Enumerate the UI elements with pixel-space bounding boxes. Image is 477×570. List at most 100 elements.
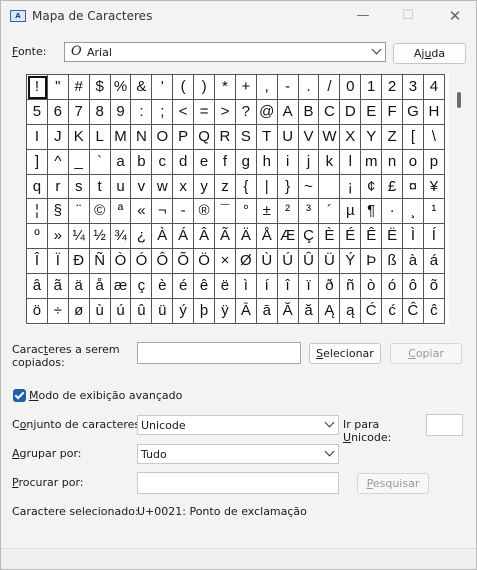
char-cell[interactable]: x (173, 174, 195, 200)
char-cell[interactable]: ą (340, 299, 362, 324)
char-cell[interactable]: ý (173, 299, 195, 324)
char-cell[interactable]: · (382, 199, 404, 225)
char-cell[interactable]: © (89, 199, 111, 225)
char-cell[interactable]: ³ (298, 199, 320, 225)
char-cell[interactable]: ] (27, 149, 48, 175)
char-cell[interactable]: e (194, 149, 216, 175)
char-cell[interactable]: . (298, 75, 320, 100)
char-cell[interactable]: n (382, 149, 404, 175)
character-grid[interactable]: ! " # $% & '() * +, -./0 1 2 3 4 5 6 7 8 9:; < = >? @ A B C D E F G H… (26, 74, 445, 324)
char-cell[interactable]: r (47, 174, 69, 200)
char-cell[interactable]: ' (152, 75, 174, 100)
scrollbar-thumb[interactable] (457, 92, 461, 108)
char-cell[interactable]: k (319, 149, 341, 175)
char-cell[interactable]: ä (68, 274, 90, 300)
char-cell[interactable]: ~ (298, 174, 320, 200)
char-cell[interactable]: | (256, 174, 278, 200)
char-cell[interactable]: & (131, 75, 153, 100)
char-cell[interactable]: ± (256, 199, 278, 225)
char-cell[interactable]: ª (110, 199, 132, 225)
copy-chars-input[interactable] (137, 342, 301, 364)
char-cell[interactable]: ¶ (361, 199, 383, 225)
char-cell[interactable]: Ð (68, 249, 90, 275)
char-cell[interactable]: î (277, 274, 299, 300)
char-cell[interactable]: z (215, 174, 236, 200)
char-cell[interactable]: H (423, 99, 445, 125)
char-cell[interactable]: ê (194, 274, 216, 300)
char-cell[interactable]: t (89, 174, 111, 200)
char-cell[interactable]: ¢ (361, 174, 383, 200)
char-cell[interactable]: A (277, 99, 299, 125)
char-cell[interactable]: ( (173, 75, 195, 100)
char-cell[interactable]: X (340, 124, 362, 150)
char-cell[interactable]: ë (215, 274, 236, 300)
char-cell[interactable]: M (110, 124, 132, 150)
char-cell[interactable]: û (131, 299, 153, 324)
char-cell[interactable]: # (68, 75, 90, 100)
char-cell[interactable]: § (47, 199, 69, 225)
char-cell[interactable]: ¥ (423, 174, 445, 200)
char-cell[interactable]: 0 (340, 75, 362, 100)
char-cell[interactable]: s (68, 174, 90, 200)
char-cell[interactable]: ñ (340, 274, 362, 300)
char-cell[interactable]: ĉ (423, 299, 445, 324)
char-cell[interactable]: à (403, 249, 424, 275)
char-cell[interactable]: µ (340, 199, 362, 225)
char-cell[interactable]: Ä (235, 224, 257, 250)
char-cell[interactable]: Á (173, 224, 195, 250)
help-button[interactable]: Ajuda (393, 43, 466, 64)
char-cell[interactable]: è (152, 274, 174, 300)
char-cell[interactable]: Å (256, 224, 278, 250)
char-cell[interactable]: g (235, 149, 257, 175)
char-cell[interactable]: ć (382, 299, 404, 324)
char-cell[interactable]: E (361, 99, 383, 125)
char-cell[interactable]: K (68, 124, 90, 150)
char-cell[interactable]: Û (298, 249, 320, 275)
char-cell[interactable]: ß (382, 249, 404, 275)
char-cell[interactable]: Ì (403, 224, 424, 250)
char-cell[interactable]: Þ (361, 249, 383, 275)
char-cell[interactable]: È (319, 224, 341, 250)
char-cell[interactable]: ¾ (110, 224, 132, 250)
char-cell[interactable]: ð (319, 274, 341, 300)
char-cell[interactable]: ¬ (152, 199, 174, 225)
char-cell[interactable]: F (382, 99, 404, 125)
char-cell[interactable]: @ (256, 99, 278, 125)
char-cell[interactable]: f (215, 149, 236, 175)
char-cell[interactable]: ® (194, 199, 216, 225)
char-cell[interactable]: Y (361, 124, 383, 150)
char-cell[interactable]: 2 (382, 75, 404, 100)
char-cell[interactable]: b (131, 149, 153, 175)
char-cell[interactable]: l (340, 149, 362, 175)
char-cell[interactable]: ¨ (68, 199, 90, 225)
char-cell[interactable]: å (89, 274, 111, 300)
char-cell[interactable]: Ć (361, 299, 383, 324)
char-cell[interactable]: B (298, 99, 320, 125)
char-cell[interactable]: u (110, 174, 132, 200)
char-cell[interactable]: } (277, 174, 299, 200)
char-cell[interactable]: ¤ (403, 174, 424, 200)
char-cell[interactable]: V (298, 124, 320, 150)
char-cell[interactable]: ÷ (47, 299, 69, 324)
char-cell[interactable]: > (215, 99, 236, 125)
char-cell[interactable]: ó (382, 274, 404, 300)
char-cell[interactable]: Ò (110, 249, 132, 275)
char-cell[interactable]: ã (47, 274, 69, 300)
char-cell[interactable]: 8 (89, 99, 111, 125)
char-cell[interactable]: Æ (277, 224, 299, 250)
charset-dropdown[interactable]: Unicode (137, 415, 339, 435)
char-cell[interactable]: ? (235, 99, 257, 125)
char-cell[interactable]: - (173, 199, 195, 225)
char-cell[interactable]: Ï (47, 249, 69, 275)
char-cell[interactable]: I (27, 124, 48, 150)
char-cell[interactable]: S (235, 124, 257, 150)
char-cell[interactable]: Ñ (89, 249, 111, 275)
char-cell[interactable]: " (47, 75, 69, 100)
char-cell[interactable]: P (173, 124, 195, 150)
char-cell[interactable]: ¼ (68, 224, 90, 250)
char-cell[interactable]: w (152, 174, 174, 200)
char-cell[interactable]: ¹ (423, 199, 445, 225)
char-cell[interactable]: Ó (131, 249, 153, 275)
char-cell[interactable]: Ã (215, 224, 236, 250)
char-cell[interactable]: £ (382, 174, 404, 200)
